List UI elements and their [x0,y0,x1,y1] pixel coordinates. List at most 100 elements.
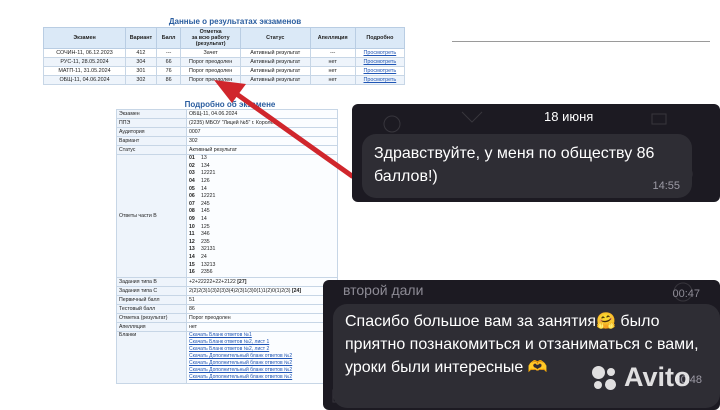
blanks-label: Бланки [116,331,187,384]
view-link[interactable]: Просмотреть [364,50,397,56]
table-row: Бланки Скачать Бланк ответов №1 Скачать … [116,331,338,384]
detail-key: Первичный балл [116,295,187,305]
download-blank-link[interactable]: Скачать Бланк ответов №2, лист 2 [189,346,335,353]
download-blank-link[interactable]: Скачать Дополнительный бланк ответов №2 [189,374,335,381]
appeal-cell: нет [309,66,356,76]
exam-cell: МАТП-11, 31.05.2024 [42,66,127,76]
avito-watermark: Avito [590,362,691,393]
mark-cell: Порог преодолен [180,66,241,76]
answer-number: 01 [189,155,195,162]
col-details: Подробно [354,27,406,49]
table-row: Ответы части B 01 13 02 134 03 12221 04 126 05 14… [116,154,338,278]
download-blank-link[interactable]: Скачать Дополнительный бланк ответов №2 [189,360,335,367]
view-link[interactable]: Просмотреть [364,68,397,74]
mark-cell: Порог преодолен [180,57,241,67]
status-cell: Активный результат [239,57,311,67]
answers-label: Ответы части B [116,154,187,278]
col-mark: Отметка за всю работу (результат) [180,27,241,49]
exam-cell: РУС-11, 28.05.2024 [42,57,127,67]
previous-message-time: 00:47 [672,288,700,300]
answer-number: 07 [189,200,195,207]
answer-number: 12 [189,238,195,245]
status-cell: Активный результат [239,48,311,58]
table-row: Тестовый балл 86 [116,304,338,314]
detail-value: 0007 [186,127,338,137]
table-row: МАТП-11, 31.05.2024 301 76 Порог преодол… [42,66,406,76]
answer-number: 16 [189,269,195,276]
avito-text: Avito [624,362,691,392]
detail-key: ППЭ [116,118,187,128]
detail-value: 2(2)2(3)1(3)2(3)3(4)2(3)1(3)0(1)1(2)0(1)… [186,286,338,296]
details-cell: Просмотреть [354,57,406,67]
table-row: Задания типа В +2+22222+22+2122 [27] [116,277,338,287]
table-row: СОЧИН-11, 06.12.2023 412 --- Зачет Актив… [42,48,406,58]
exam-cell: ОБЩ-11, 04.06.2024 [42,75,127,85]
answer-value: 126 [201,178,210,185]
variant-cell: 301 [125,66,157,76]
divider-line [452,41,710,42]
tasks-c-total: [24] [291,288,302,294]
detail-key: Задания типа С [116,286,187,296]
download-blank-link[interactable]: Скачать Дополнительный бланк ответов №2 [189,367,335,374]
table-row: Апелляция нет [116,322,338,332]
previous-message-text: второй дали [343,282,424,298]
answer-number: 08 [189,208,195,215]
answer-value: 125 [201,223,210,230]
detail-key: Задания типа В [116,277,187,287]
detail-value: 302 [186,136,338,146]
tasks-b-value: +2+22222+22+2122 [189,279,236,285]
message-time: 14:55 [652,180,680,192]
detail-value: 86 [186,304,338,314]
score-cell: 76 [155,66,182,76]
download-blank-link[interactable]: Скачать Бланк ответов №2, лист 1 [189,339,335,346]
detail-value: Порог преодолен [186,313,338,323]
detail-value: нет [186,322,338,332]
answer-value: 145 [201,208,210,215]
table-row: Отметка (результат) Порог преодолен [116,313,338,323]
col-exam: Экзамен [42,27,127,49]
answer-number: 13 [189,246,195,253]
detail-value: (2235) МБОУ "Лицей №5" г. Королёв [186,118,338,128]
detail-key: Отметка (результат) [116,313,187,323]
avito-logo-icon [590,364,618,392]
answer-value: 245 [201,200,210,207]
detail-key: Апелляция [116,322,187,332]
table-row: ППЭ (2235) МБОУ "Лицей №5" г. Королёв [116,118,338,128]
answers-cell: 01 13 02 134 03 12221 04 126 05 14 06 12221 07 245 08 1… [186,154,338,278]
detail-value: ОБЩ-11, 04.06.2024 [186,109,338,119]
download-blank-link[interactable]: Скачать Бланк ответов №1 [189,332,335,339]
detail-value: Активный результат [186,145,338,155]
results-header-row: Экзамен Вариант Балл Отметка за всю рабо… [42,27,406,49]
answer-number: 15 [189,261,195,268]
answer-value: 2356 [201,269,213,276]
view-link[interactable]: Просмотреть [364,59,397,65]
answer-number: 04 [189,178,195,185]
results-title: Данные о результатах экзаменов [168,17,302,26]
table-row: Аудитория 0007 [116,127,338,137]
table-row: Экзамен ОБЩ-11, 04.06.2024 [116,109,338,119]
variant-cell: 302 [125,75,157,85]
answer-number: 05 [189,185,195,192]
col-variant: Вариант [125,27,157,49]
detail-key: Аудитория [116,127,187,137]
mark-cell: Зачет [180,48,241,58]
answer-number: 02 [189,162,195,169]
status-cell: Активный результат [239,75,311,85]
download-blank-link[interactable]: Скачать Дополнительный бланк ответов №2 [189,353,335,360]
table-row: Первичный балл 51 [116,295,338,305]
table-row: Статус Активный результат [116,145,338,155]
score-cell: 86 [155,75,182,85]
answer-number: 03 [189,170,195,177]
answer-value: 32131 [201,246,216,253]
status-cell: Активный результат [239,66,311,76]
detail-table: Экзамен ОБЩ-11, 04.06.2024 ППЭ (2235) МБОУ… [116,109,338,384]
col-score: Балл [155,27,182,49]
answer-value: 14 [201,216,207,222]
table-row: РУС-11, 28.05.2024 304 66 Порог преодоле… [42,57,406,67]
score-cell: --- [155,48,182,58]
chat-date: 18 июня [544,109,594,124]
view-link[interactable]: Просмотреть [364,77,397,83]
answer-number: 14 [189,253,195,260]
answer-number: 06 [189,193,195,200]
variant-cell: 412 [125,48,157,58]
